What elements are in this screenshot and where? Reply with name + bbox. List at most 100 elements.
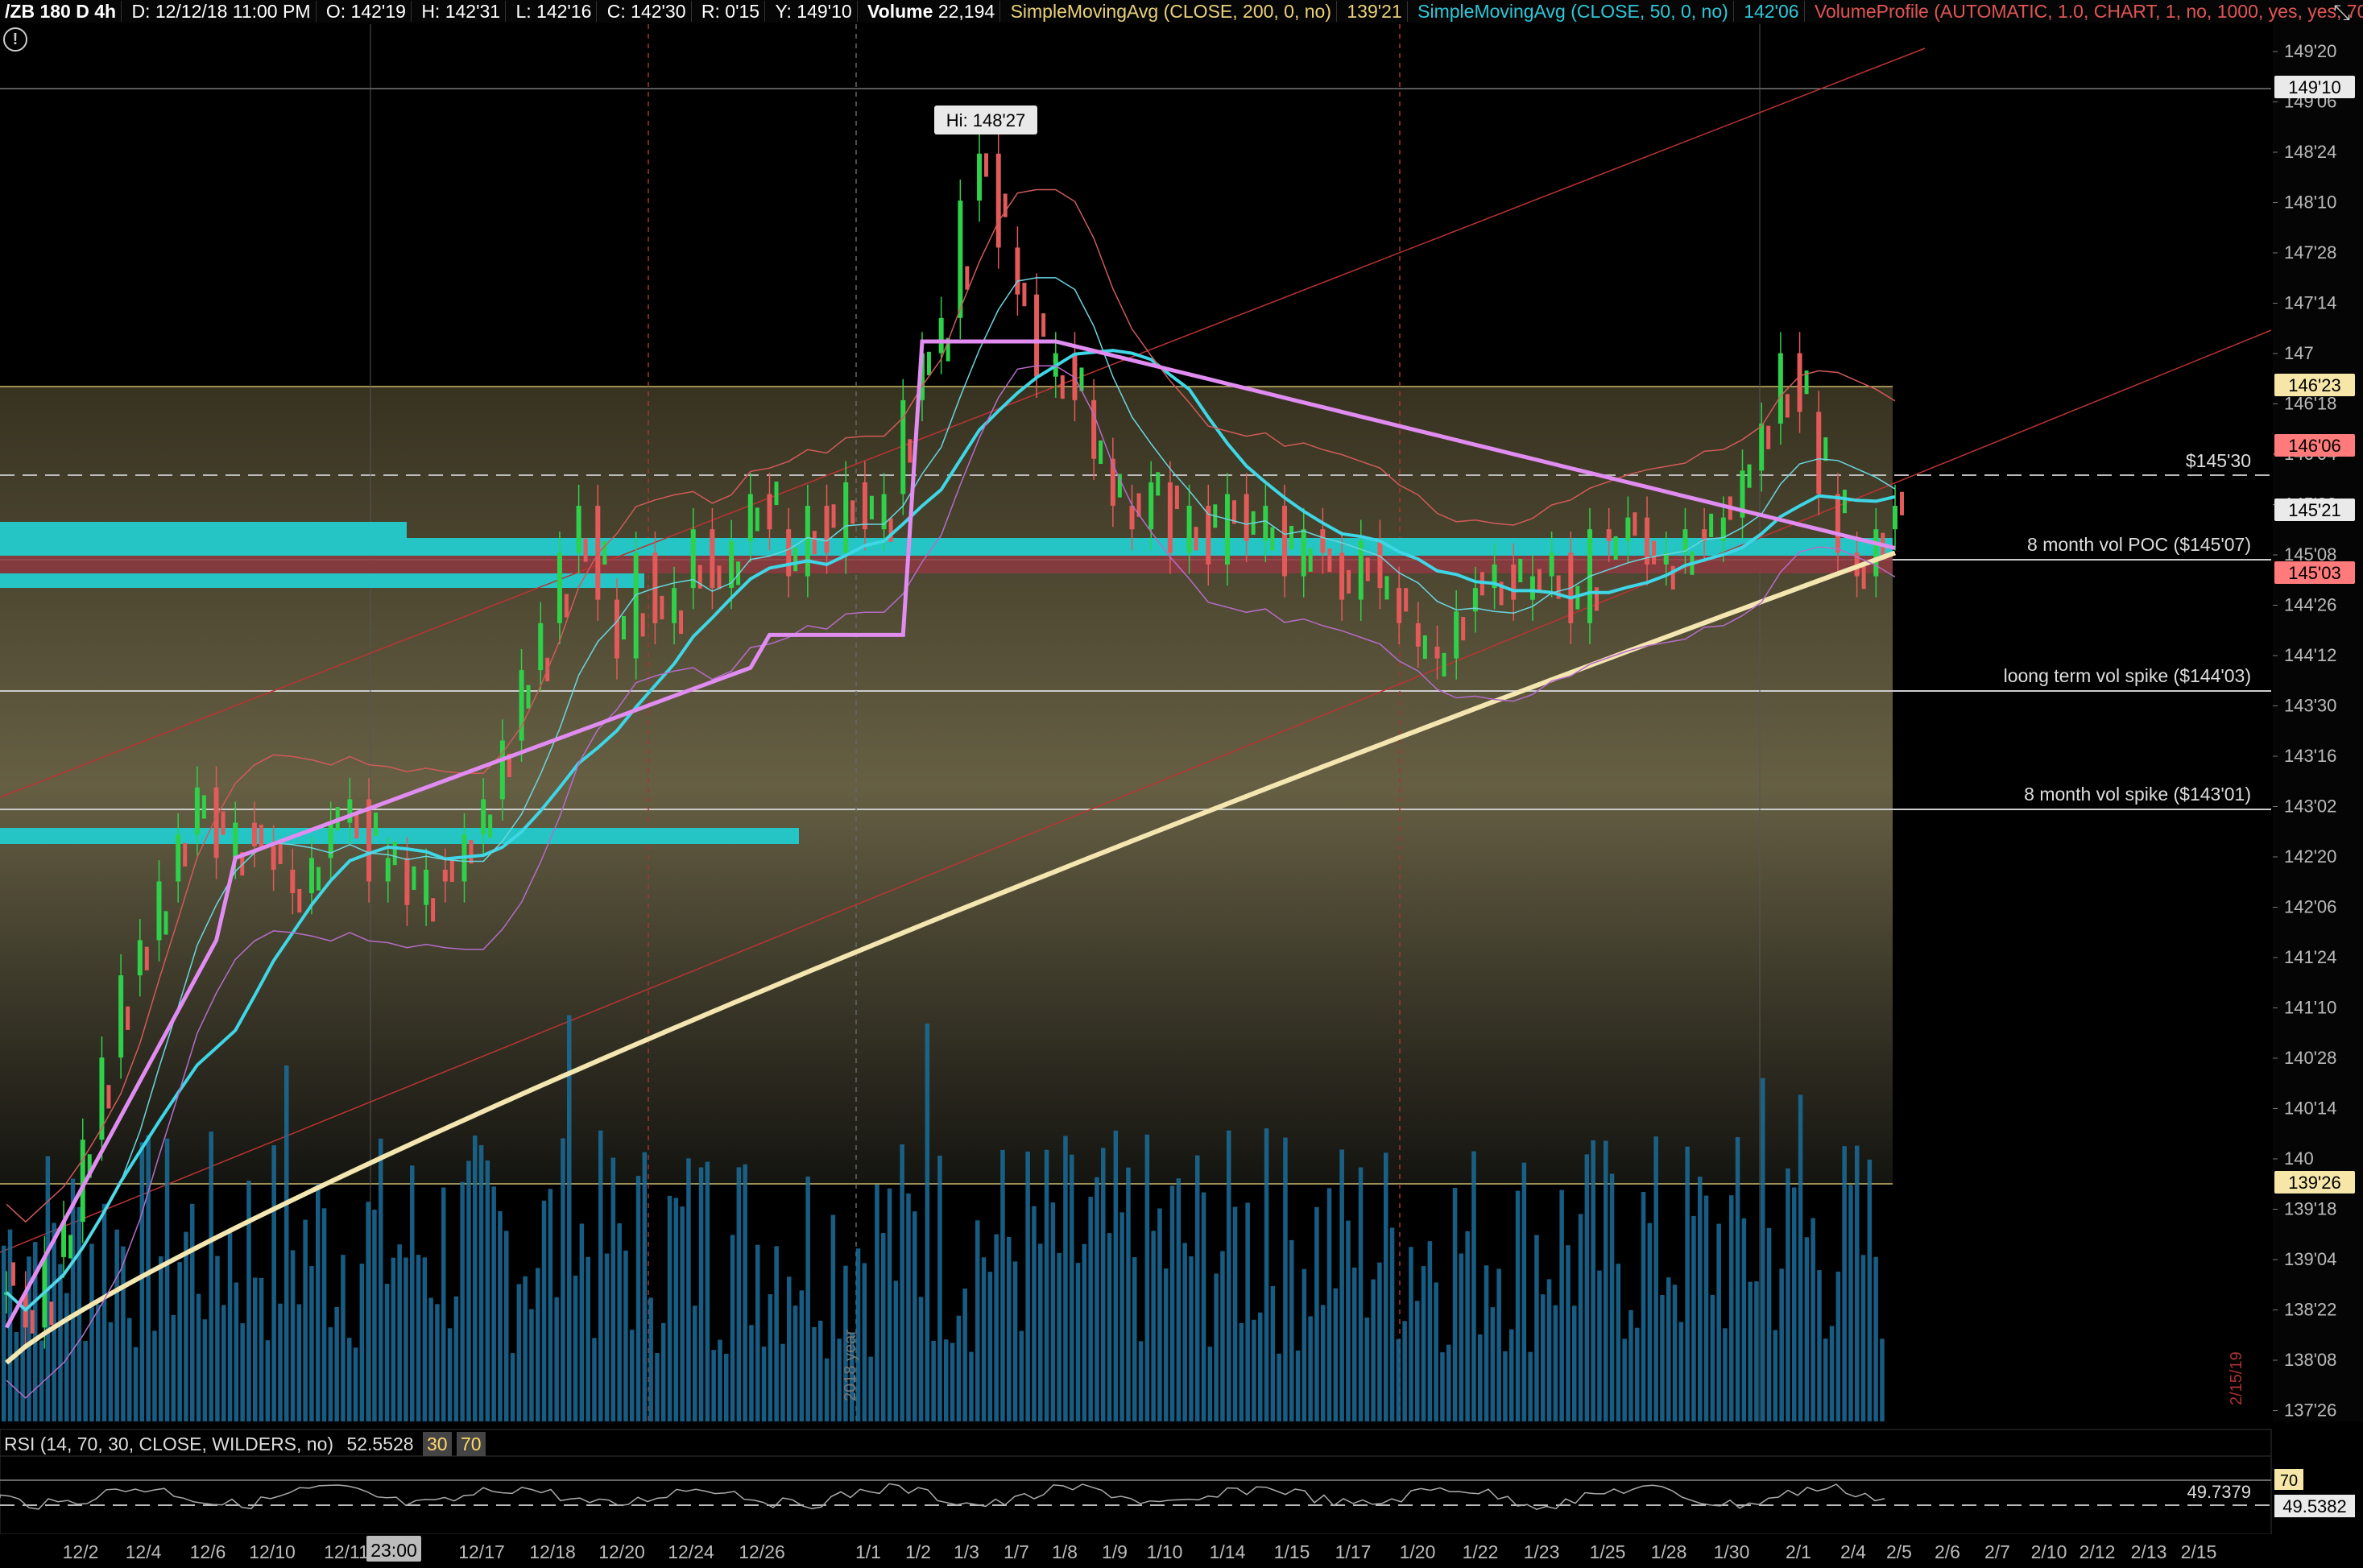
volume-bar — [680, 1206, 685, 1421]
volume-bar — [447, 1328, 453, 1421]
volume-bar — [89, 1243, 94, 1421]
volume-bar — [397, 1244, 402, 1421]
volume-bar — [604, 1253, 610, 1421]
volume-bar — [698, 1167, 704, 1421]
volume-bar — [1741, 1218, 1747, 1421]
volume-bar — [265, 1340, 271, 1421]
x-tick-label: 1/15 — [1274, 1541, 1310, 1562]
price-badge-label: 146'23 — [2288, 375, 2340, 395]
volume-label[interactable]: Volume 22,194 — [863, 1, 1001, 22]
candle-body — [805, 506, 810, 577]
volume-bar — [1283, 1137, 1288, 1421]
volume-bar — [1873, 1256, 1878, 1421]
price-chart[interactable]: 149'20149'06148'24148'10147'28147'141471… — [0, 0, 2363, 1568]
sma50-label[interactable]: SimpleMovingAvg (CLOSE, 50, 0, no) — [1413, 1, 1734, 22]
volume-bar — [1151, 1231, 1156, 1421]
candle-body — [526, 685, 531, 709]
candle-body — [1034, 294, 1040, 377]
volume-bar — [1754, 1281, 1759, 1421]
candle-body — [908, 439, 913, 463]
rsi-value-label: 49.7379 — [2187, 1482, 2251, 1502]
volume-bar — [316, 1183, 321, 1421]
candle-body — [1434, 646, 1440, 659]
volume-bar — [1578, 1214, 1583, 1421]
chart-header: /ZB 180 D 4h D: 12/12/18 11:00 PM O: 142… — [0, 0, 2363, 23]
volume-bar — [987, 1272, 993, 1421]
candle-body — [1835, 494, 1840, 553]
volume-bar — [774, 1246, 779, 1421]
rsi-label[interactable]: RSI (14, 70, 30, CLOSE, WILDERS, no) — [0, 1434, 337, 1454]
x-tick-label: 12/17 — [458, 1541, 505, 1562]
volume-bar — [422, 1257, 428, 1421]
candle-body — [404, 858, 410, 905]
volume-bar — [70, 1178, 76, 1421]
candle-body — [354, 814, 359, 839]
volume-bar — [994, 1234, 999, 1421]
collapse-icon[interactable]: ⤡ — [2333, 0, 2350, 26]
candle-body — [614, 599, 619, 659]
sma200-label[interactable]: SimpleMovingAvg (CLOSE, 200, 0, no) — [1005, 1, 1337, 22]
candle-body — [774, 481, 779, 506]
volume-bar — [573, 1276, 578, 1421]
candle-body — [1461, 617, 1466, 641]
volume-bar — [410, 1165, 415, 1421]
candle-body — [1900, 491, 1904, 515]
volume-bar — [962, 1289, 967, 1421]
rsi-oversold-badge: 30 — [422, 1432, 452, 1456]
info-icon[interactable]: ! — [3, 27, 27, 52]
volume-bar — [1057, 1252, 1061, 1421]
candle-body — [1709, 513, 1714, 538]
volume-bar — [1829, 1326, 1835, 1421]
volume-bar — [1478, 1334, 1483, 1421]
y-tick-label: 140'28 — [2284, 1048, 2336, 1068]
volume-bar — [1201, 1192, 1206, 1421]
volume-bar — [478, 1144, 484, 1421]
value-area — [0, 387, 1893, 1184]
x-tick-label: 12/10 — [249, 1541, 296, 1562]
candle-body — [1174, 485, 1179, 510]
volume-bar — [1672, 1285, 1678, 1421]
x-tick-label: 2/15 — [2181, 1541, 2217, 1562]
volume-profile-label[interactable]: VolumeProfile (AUTOMATIC, 1.0, CHART, 1,… — [1809, 1, 2363, 22]
volume-bar — [460, 1181, 465, 1421]
candle-body — [412, 866, 416, 890]
candle-body — [442, 869, 448, 882]
volume-bar — [1860, 1255, 1866, 1421]
candle-body — [1529, 576, 1535, 600]
x-tick-label: 2/6 — [1935, 1541, 1960, 1562]
volume-bar — [1138, 1341, 1144, 1421]
volume-bar — [379, 1138, 383, 1421]
candle-body — [710, 529, 715, 589]
symbol-label[interactable]: /ZB 180 D 4h — [0, 1, 122, 22]
volume-bar — [215, 1256, 220, 1421]
volume-bar — [202, 1319, 208, 1421]
candle-body — [290, 869, 296, 894]
volume-bar — [184, 1231, 188, 1421]
volume-bar — [1113, 1130, 1119, 1421]
volume-bar — [1703, 1195, 1709, 1421]
low-readout: L: 142'16 — [511, 1, 598, 22]
x-tick-label: 2/12 — [2080, 1541, 2116, 1562]
volume-bar — [1277, 1353, 1281, 1421]
volume-bar — [830, 1214, 836, 1421]
y-tick-label: 139'04 — [2284, 1249, 2336, 1269]
candle-body — [1041, 313, 1046, 337]
volume-bar — [787, 1276, 792, 1421]
candle-body — [1186, 506, 1192, 553]
level-label: $145'30 — [2186, 450, 2251, 471]
volume-bar — [1660, 1295, 1665, 1421]
volume-bar — [1214, 1273, 1219, 1421]
x-tick-label: 12/4 — [126, 1541, 162, 1562]
volume-bar — [718, 1339, 722, 1421]
rsi-value: 52.5528 — [346, 1434, 414, 1454]
volume-bar — [755, 1244, 760, 1421]
volume-bar — [1685, 1146, 1690, 1421]
candle-body — [1194, 527, 1198, 551]
candle-body — [812, 531, 817, 555]
volume-bar — [918, 1297, 924, 1421]
volume-bar — [730, 1235, 735, 1421]
candle-body — [1022, 283, 1027, 307]
volume-bar — [133, 1347, 139, 1421]
volume-bar — [1446, 1344, 1451, 1421]
price-badge-label: 149'10 — [2288, 77, 2340, 97]
